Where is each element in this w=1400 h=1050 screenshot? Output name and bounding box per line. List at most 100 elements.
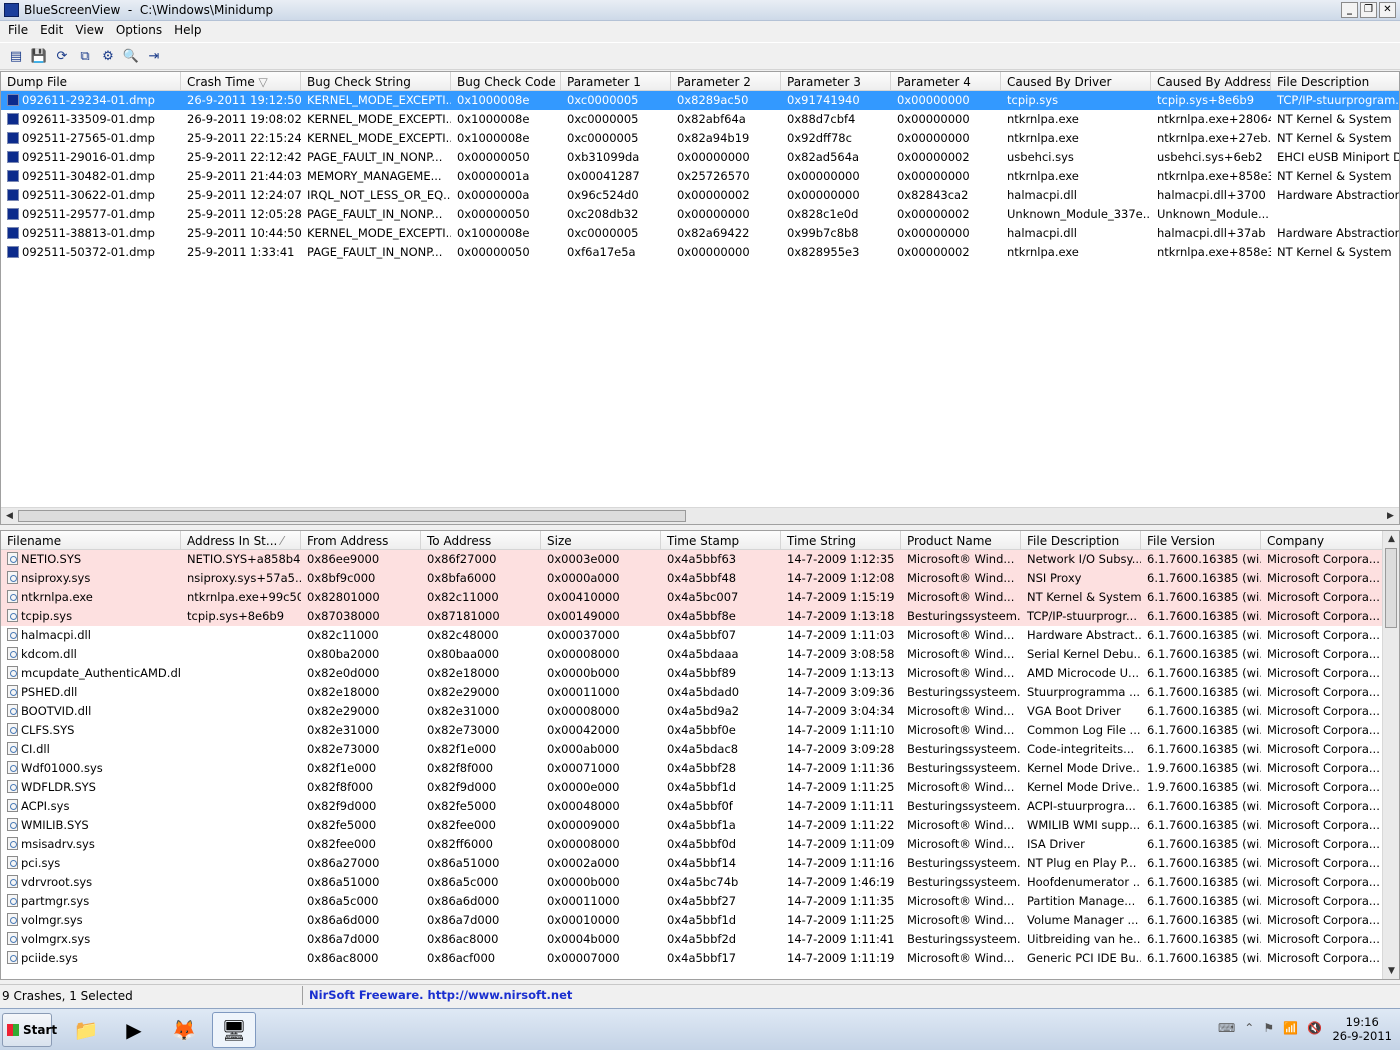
scroll-left-arrow-icon[interactable]: ◀ (1, 508, 18, 524)
crash-header-file-description[interactable]: File Description (1271, 72, 1399, 91)
crash-cell: 092511-30482-01.dmp (1, 167, 181, 186)
crash-row[interactable]: 092511-38813-01.dmp 25-9-2011 10:44:50 KER… (1, 224, 1399, 243)
properties-icon[interactable]: ▤ (6, 46, 26, 66)
menu-help[interactable]: Help (168, 21, 207, 41)
driver-row[interactable]: vdrvroot.sys 0x86a51000 0x86a5c000 0x0000b0… (1, 873, 1383, 892)
crash-row[interactable]: 092611-29234-01.dmp 26-9-2011 19:12:50 KER… (1, 91, 1399, 110)
crash-header-dump-file[interactable]: Dump File (1, 72, 181, 91)
driver-cell: Microsoft® Wind... (907, 704, 1015, 718)
crash-cell: 0x82a69422 (677, 226, 750, 240)
crash-cell: ntkrnlpa.exe (1007, 245, 1079, 259)
driver-row[interactable]: ntkrnlpa.exe ntkrnlpa.exe+99c50 0x82801000… (1, 588, 1383, 607)
network-icon[interactable]: 📶 (1283, 1021, 1298, 1035)
menu-view[interactable]: View (69, 21, 109, 41)
driver-file-icon (7, 666, 18, 679)
driver-row[interactable]: partmgr.sys 0x86a5c000 0x86a6d000 0x0001100… (1, 892, 1383, 911)
driver-row[interactable]: nsiproxy.sys nsiproxy.sys+57a5... 0x8bf9c0… (1, 569, 1383, 588)
close-button[interactable]: ✕ (1379, 2, 1396, 18)
driver-row[interactable]: halmacpi.dll 0x82c11000 0x82c48000 0x000370… (1, 626, 1383, 645)
crash-header-bug-check-code[interactable]: Bug Check Code (451, 72, 561, 91)
start-button[interactable]: Start (2, 1013, 57, 1047)
driver-row[interactable]: msisadrv.sys 0x82fee000 0x82ff6000 0x000080… (1, 835, 1383, 854)
explorer-icon[interactable]: 📁 (64, 1012, 108, 1048)
scroll-thumb[interactable] (1385, 548, 1397, 628)
driver-cell (181, 949, 301, 968)
find-icon[interactable]: 🔍 (121, 46, 141, 66)
driver-header-product-name[interactable]: Product Name (901, 531, 1021, 550)
show-hidden-icon[interactable]: ⌃ (1244, 1021, 1254, 1035)
crash-header-bug-check-string[interactable]: Bug Check String (301, 72, 451, 91)
driver-header-filename[interactable]: Filename (1, 531, 181, 550)
driver-row[interactable]: pciide.sys 0x86ac8000 0x86acf000 0x00007000… (1, 949, 1383, 968)
nirsoft-link[interactable]: NirSoft Freeware. http://www.nirsoft.net (302, 986, 1022, 1005)
scroll-thumb[interactable] (18, 510, 686, 522)
driver-row[interactable]: tcpip.sys tcpip.sys+8e6b9 0x87038000 0x8718… (1, 607, 1383, 626)
menu-edit[interactable]: Edit (34, 21, 69, 41)
crash-header-parameter-3[interactable]: Parameter 3 (781, 72, 891, 91)
driver-row[interactable]: mcupdate_AuthenticAMD.dll 0x82e0d000 0x82e… (1, 664, 1383, 683)
driver-row[interactable]: kdcom.dll 0x80ba2000 0x80baa000 0x00008000 0… (1, 645, 1383, 664)
driver-row[interactable]: NETIO.SYS NETIO.SYS+a858b4c 0x86ee9000 0x86… (1, 550, 1383, 569)
media-player-icon[interactable]: ▶ (112, 1012, 156, 1048)
refresh-icon[interactable]: ⟳ (52, 46, 72, 66)
driver-header-from-address[interactable]: From Address (301, 531, 421, 550)
crash-header-caused-by-address[interactable]: Caused By Address (1151, 72, 1271, 91)
driver-header-company[interactable]: Company (1261, 531, 1383, 550)
driver-row[interactable]: volmgr.sys 0x86a6d000 0x86a7d000 0x00010000… (1, 911, 1383, 930)
volume-icon[interactable]: 🔇 (1307, 1021, 1322, 1035)
driver-row[interactable]: Wdf01000.sys 0x82f1e000 0x82f8f000 0x000710… (1, 759, 1383, 778)
crash-row[interactable]: 092611-33509-01.dmp 26-9-2011 19:08:02 KER… (1, 110, 1399, 129)
copy-icon[interactable]: ⧉ (75, 46, 95, 66)
keyboard-icon[interactable]: ⌨ (1218, 1021, 1235, 1035)
crash-header-parameter-1[interactable]: Parameter 1 (561, 72, 671, 91)
driver-row[interactable]: ACPI.sys 0x82f9d000 0x82fe5000 0x00048000 0x… (1, 797, 1383, 816)
driver-header-time-stamp[interactable]: Time Stamp (661, 531, 781, 550)
bluescreenview-icon[interactable]: 🖥 (212, 1012, 256, 1048)
crash-header-caused-by-driver[interactable]: Caused By Driver (1001, 72, 1151, 91)
menu-options[interactable]: Options (110, 21, 168, 41)
crash-cell: 0x0000001a (457, 169, 530, 183)
driver-header-size[interactable]: Size (541, 531, 661, 550)
driver-row[interactable]: PSHED.dll 0x82e18000 0x82e29000 0x00011000 0… (1, 683, 1383, 702)
crash-cell: 0x8289ac50 (677, 93, 749, 107)
crash-list[interactable]: Dump File Crash Time ▽ Bug Check String Bug… (0, 71, 1400, 525)
action-center-icon[interactable]: ⚑ (1263, 1021, 1274, 1035)
driver-row[interactable]: BOOTVID.dll 0x82e29000 0x82e31000 0x0000800… (1, 702, 1383, 721)
driver-header-to-address[interactable]: To Address (421, 531, 541, 550)
crash-header-parameter-2[interactable]: Parameter 2 (671, 72, 781, 91)
crash-header-crash-time[interactable]: Crash Time ▽ (181, 72, 301, 91)
firefox-icon[interactable]: 🦊 (162, 1012, 206, 1048)
crash-header-parameter-4[interactable]: Parameter 4 (891, 72, 1001, 91)
crash-row[interactable]: 092511-50372-01.dmp 25-9-2011 1:33:41 PAGE… (1, 243, 1399, 262)
driver-header-file-description[interactable]: File Description (1021, 531, 1141, 550)
options-icon[interactable]: ⚙ (98, 46, 118, 66)
driver-row[interactable]: WMILIB.SYS 0x82fe5000 0x82fee000 0x00009000… (1, 816, 1383, 835)
save-icon[interactable]: 💾 (29, 46, 49, 66)
clock[interactable]: 19:16 26-9-2011 (1332, 1015, 1392, 1043)
driver-header-address-in-st[interactable]: Address In St... ⁄ (181, 531, 301, 550)
driver-row[interactable]: pci.sys 0x86a27000 0x86a51000 0x0002a000 0x4… (1, 854, 1383, 873)
driver-list[interactable]: Filename Address In St... ⁄ From Address To… (0, 530, 1400, 980)
driver-row[interactable]: WDFLDR.SYS 0x82f8f000 0x82f9d000 0x0000e000… (1, 778, 1383, 797)
driver-cell: 0x00011000 (547, 894, 620, 908)
scroll-down-arrow-icon[interactable]: ▼ (1383, 963, 1399, 979)
crash-row[interactable]: 092511-29577-01.dmp 25-9-2011 12:05:28 PAG… (1, 205, 1399, 224)
exit-icon[interactable]: ⇥ (144, 46, 164, 66)
driver-cell (181, 626, 301, 645)
driver-header-file-version[interactable]: File Version (1141, 531, 1261, 550)
driver-row[interactable]: CI.dll 0x82e73000 0x82f1e000 0x000ab000 0x4a… (1, 740, 1383, 759)
crash-row[interactable]: 092511-30622-01.dmp 25-9-2011 12:24:07 IRQ… (1, 186, 1399, 205)
scroll-up-arrow-icon[interactable]: ▲ (1383, 531, 1399, 548)
driver-header-time-string[interactable]: Time String (781, 531, 901, 550)
crash-row[interactable]: 092511-27565-01.dmp 25-9-2011 22:15:24 KER… (1, 129, 1399, 148)
driver-row[interactable]: CLFS.SYS 0x82e31000 0x82e73000 0x00042000 0x… (1, 721, 1383, 740)
driver-list-vscrollbar[interactable]: ▲ ▼ (1382, 531, 1399, 979)
scroll-right-arrow-icon[interactable]: ▶ (1382, 508, 1399, 524)
crash-row[interactable]: 092511-29016-01.dmp 25-9-2011 22:12:42 PAG… (1, 148, 1399, 167)
crash-row[interactable]: 092511-30482-01.dmp 25-9-2011 21:44:03 MEM… (1, 167, 1399, 186)
driver-row[interactable]: volmgrx.sys 0x86a7d000 0x86ac8000 0x0004b00… (1, 930, 1383, 949)
crash-list-hscrollbar[interactable]: ◀ ▶ (1, 507, 1399, 524)
minimize-button[interactable]: _ (1341, 2, 1358, 18)
menu-file[interactable]: File (2, 21, 34, 41)
maximize-button[interactable]: ❐ (1360, 2, 1377, 18)
